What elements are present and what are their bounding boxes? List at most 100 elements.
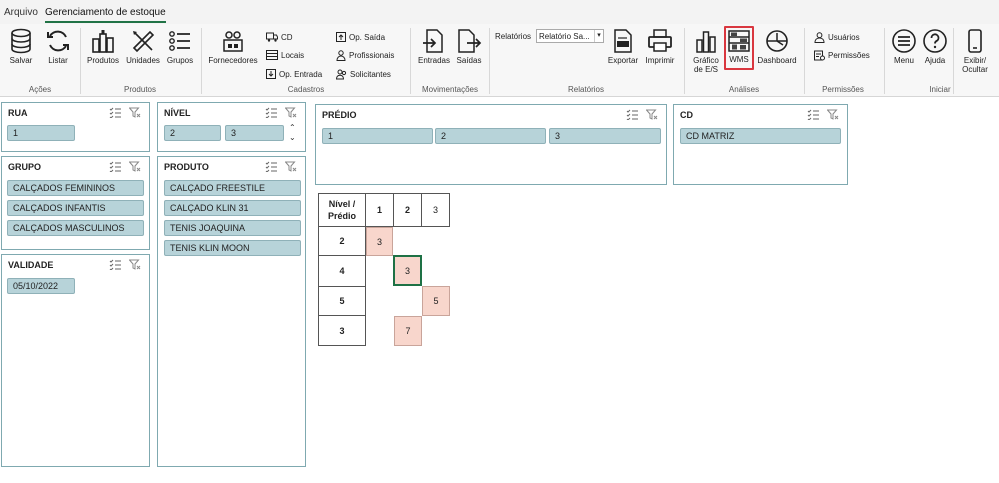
scroll-up-icon[interactable]: ⌃ (289, 123, 296, 132)
locais-button[interactable]: Locais (266, 48, 304, 62)
usuarios-button[interactable]: Usuários (814, 30, 860, 44)
pivot-row-header[interactable]: 3 (318, 315, 366, 346)
entradas-label: Entradas (417, 56, 451, 65)
slicer-item[interactable]: 1 (322, 128, 433, 144)
cd-button[interactable]: CD (266, 30, 293, 44)
pivot-corner[interactable]: Nível / Prédio (318, 193, 366, 227)
listar-button[interactable]: Listar (44, 28, 72, 65)
menu-icon (892, 29, 916, 53)
pivot-col-header[interactable]: 1 (365, 193, 394, 227)
pivot-value-cell[interactable]: 3 (366, 227, 393, 256)
pivot-value-cell[interactable]: 5 (422, 286, 450, 316)
pivot-value-cell[interactable]: 7 (394, 316, 422, 346)
suppliers-icon (223, 31, 243, 52)
menu-label: Menu (893, 56, 914, 65)
slicer-validade: VALIDADE 05/10/2022 (1, 254, 150, 467)
multi-select-icon[interactable] (807, 109, 819, 120)
pivot-col-header[interactable]: 2 (393, 193, 422, 227)
slicer-item[interactable]: 3 (549, 128, 661, 144)
arrow-up-box-icon (336, 32, 346, 42)
tab-arquivo[interactable]: Arquivo (4, 7, 38, 18)
refresh-icon (47, 30, 69, 52)
ruler-pencil-icon (132, 30, 155, 53)
group-label-analises: Análises (728, 85, 760, 94)
multi-select-icon[interactable] (265, 161, 277, 172)
profissionais-label: Profissionais (349, 50, 395, 60)
permissoes-button[interactable]: Permissões (814, 48, 870, 62)
entradas-button[interactable]: Entradas (416, 28, 452, 65)
slicer-title: VALIDADE (8, 260, 54, 270)
clear-filter-icon[interactable] (129, 259, 141, 270)
ajuda-button[interactable]: Ajuda (921, 28, 949, 65)
pivot-value-cell[interactable]: 3 (393, 255, 422, 286)
user-icon (814, 31, 825, 43)
multi-select-icon[interactable] (109, 107, 121, 118)
group-label-acoes: Ações (28, 85, 52, 94)
clear-filter-icon[interactable] (285, 107, 297, 118)
group-label-movimentacoes: Movimentações (421, 85, 479, 94)
wms-button[interactable]: WMS (724, 26, 754, 70)
tab-gerenciamento-estoque[interactable]: Gerenciamento de estoque (45, 7, 166, 23)
warehouse-shelves-icon (728, 30, 750, 52)
exportar-button[interactable]: Exportar (606, 28, 640, 65)
slicer-item[interactable]: CALÇADO KLIN 31 (164, 200, 301, 216)
people-icon (336, 69, 347, 79)
slicer-item[interactable]: CALÇADOS FEMININOS (7, 180, 144, 196)
slicer-item[interactable]: 1 (7, 125, 75, 141)
slicer-item[interactable]: 3 (225, 125, 284, 141)
pivot-row-header[interactable]: 5 (318, 286, 366, 316)
op-entrada-button[interactable]: Op. Entrada (266, 67, 322, 81)
printer-icon (648, 29, 672, 52)
clear-filter-icon[interactable] (827, 109, 839, 120)
op-saida-button[interactable]: Op. Saída (336, 30, 385, 44)
exibir-ocultar-button[interactable]: Exibir/ Ocultar (957, 28, 993, 74)
slicer-item[interactable]: CALÇADOS INFANTIS (7, 200, 144, 216)
ajuda-label: Ajuda (924, 56, 946, 65)
profissionais-button[interactable]: Profissionais (336, 48, 394, 62)
op-entrada-label: Op. Entrada (279, 69, 323, 79)
clear-filter-icon[interactable] (129, 107, 141, 118)
slicer-item[interactable]: TENIS KLIN MOON (164, 240, 301, 256)
fornecedores-button[interactable]: Fornecedores (206, 28, 260, 65)
slicer-item[interactable]: CD MATRIZ (680, 128, 841, 144)
dashboard-label: Dashboard (757, 56, 797, 65)
slicer-item[interactable]: TENIS JOAQUINA (164, 220, 301, 236)
relatorios-combo-label: Relatórios (495, 31, 532, 41)
slicer-item[interactable]: 2 (164, 125, 221, 141)
solicitantes-button[interactable]: Solicitantes (336, 67, 391, 81)
clear-filter-icon[interactable] (129, 161, 141, 172)
grafico-label: Gráfico (693, 56, 719, 65)
exportar-label: Exportar (607, 56, 639, 65)
fornecedores-label: Fornecedores (208, 56, 258, 65)
pivot-row-header[interactable]: 2 (318, 226, 366, 256)
slicer-item[interactable]: 05/10/2022 (7, 278, 75, 294)
saidas-button[interactable]: Saídas (454, 28, 484, 65)
grupos-button[interactable]: Grupos (165, 28, 195, 65)
grafico-es-button[interactable]: Gráfico de E/S (689, 28, 723, 74)
menu-button[interactable]: Menu (888, 28, 920, 65)
slicer-item[interactable]: CALÇADO FREESTILE (164, 180, 301, 196)
multi-select-icon[interactable] (109, 259, 121, 270)
dashboard-button[interactable]: Dashboard (756, 28, 798, 65)
salvar-label: Salvar (9, 56, 33, 65)
pivot-col-header[interactable]: 3 (421, 193, 450, 227)
pivot-corner-line1: Nível / (328, 199, 356, 209)
clear-filter-icon[interactable] (646, 109, 658, 120)
slicer-item[interactable]: 2 (435, 128, 546, 144)
grupos-label: Grupos (166, 56, 194, 65)
salvar-button[interactable]: Salvar (8, 28, 34, 65)
multi-select-icon[interactable] (265, 107, 277, 118)
scroll-down-icon[interactable]: ⌄ (289, 133, 296, 142)
slicer-item[interactable]: CALÇADOS MASCULINOS (7, 220, 144, 236)
multi-select-icon[interactable] (109, 161, 121, 172)
gauge-icon (766, 30, 788, 52)
multi-select-icon[interactable] (626, 109, 638, 120)
clear-filter-icon[interactable] (285, 161, 297, 172)
produtos-button[interactable]: Produtos (84, 28, 122, 65)
locais-label: Locais (281, 50, 305, 60)
pivot-row-header[interactable]: 4 (318, 255, 366, 287)
imprimir-button[interactable]: Imprimir (642, 28, 678, 65)
unidades-button[interactable]: Unidades (124, 28, 162, 65)
relatorio-select[interactable]: Relatório Sa... ▾ (536, 29, 604, 43)
permissoes-label: Permissões (828, 50, 870, 60)
